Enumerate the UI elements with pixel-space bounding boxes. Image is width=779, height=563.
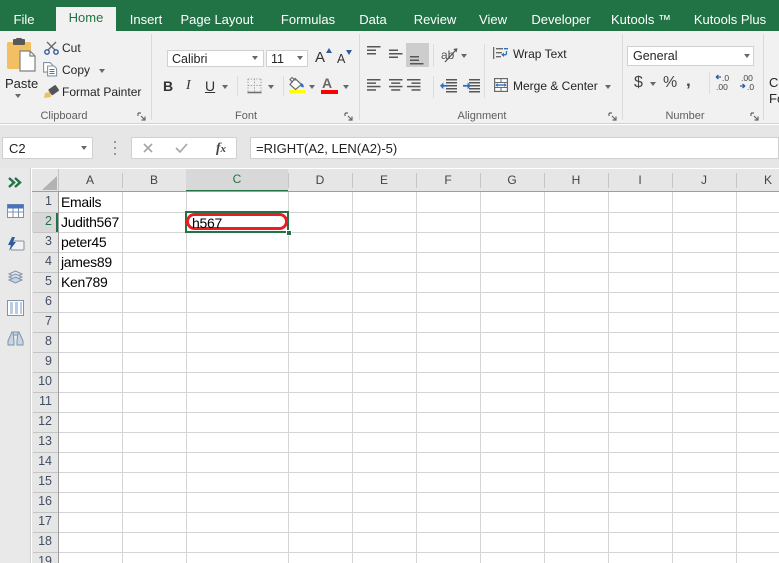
svg-text:.0: .0 bbox=[747, 82, 754, 92]
svg-text:ab: ab bbox=[441, 48, 455, 62]
svg-text:.00: .00 bbox=[716, 82, 728, 92]
